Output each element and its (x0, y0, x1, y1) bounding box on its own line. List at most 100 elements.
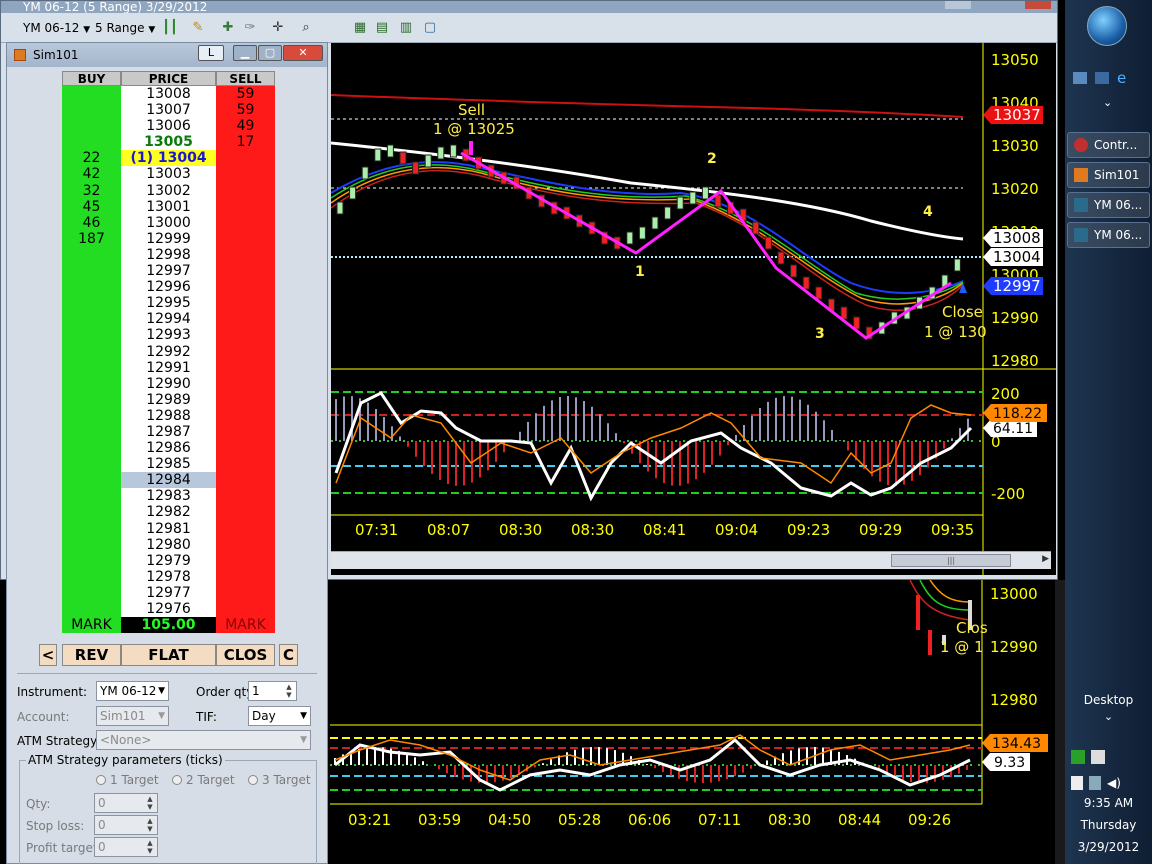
sell-cell[interactable] (216, 214, 275, 231)
buy-cell[interactable] (62, 584, 121, 601)
sell-cell[interactable] (216, 407, 275, 424)
add-indicator-icon[interactable]: ✚ (219, 19, 237, 37)
buy-cell[interactable]: 46 (62, 214, 121, 231)
buy-cell[interactable] (62, 520, 121, 537)
buy-cell[interactable]: 42 (62, 166, 121, 183)
sell-cell[interactable] (216, 440, 275, 457)
sell-cell[interactable] (216, 520, 275, 537)
stop-loss-input[interactable]: 0 ▲ ▼ (94, 815, 158, 835)
desktop-toolbar-label[interactable]: Desktop (1065, 693, 1152, 707)
tif-dropdown[interactable]: Day ▼ (248, 706, 311, 726)
sell-cell[interactable] (216, 246, 275, 264)
buy-cell[interactable] (62, 504, 121, 521)
sell-cell[interactable] (216, 343, 275, 360)
sell-cell[interactable] (216, 327, 275, 344)
chart-properties-icon[interactable]: ▦ (351, 19, 369, 37)
network-icon[interactable] (1089, 776, 1101, 790)
buy-cell[interactable] (62, 118, 121, 135)
minimize-panel-button[interactable]: ▁ (233, 45, 257, 61)
buy-cell[interactable] (62, 311, 121, 328)
sell-cell[interactable] (216, 488, 275, 505)
order-qty-input[interactable]: 1 ▲ ▼ (248, 681, 297, 701)
sell-cell[interactable] (216, 166, 275, 183)
sell-cell[interactable]: 49 (216, 118, 275, 135)
chevron-down-icon[interactable]: ⌄ (1103, 96, 1112, 109)
buy-cell[interactable] (62, 440, 121, 457)
maximize-panel-button[interactable]: ▢ (258, 45, 282, 61)
close-position-button[interactable]: CLOS (216, 644, 275, 666)
taskbar-item-chart-1[interactable]: YM 06... (1067, 192, 1150, 218)
buy-cell[interactable] (62, 343, 121, 360)
buy-cell[interactable] (62, 86, 121, 103)
flatten-button[interactable]: FLAT (121, 644, 216, 666)
buy-cell[interactable]: 45 (62, 198, 121, 215)
buy-cell[interactable]: 187 (62, 230, 121, 247)
buy-cell[interactable] (62, 407, 121, 424)
instrument-selector[interactable]: YM 06-12 ▼ (23, 19, 90, 37)
flag-icon[interactable] (1071, 776, 1083, 790)
profit-target-input[interactable]: 0 ▲ ▼ (94, 837, 158, 857)
sell-cell[interactable] (216, 568, 275, 585)
buy-mark[interactable]: MARK (62, 617, 121, 634)
window-switch-icon[interactable] (1095, 72, 1109, 84)
buy-cell[interactable] (62, 488, 121, 505)
sell-cell[interactable] (216, 263, 275, 280)
buy-cell[interactable] (62, 552, 121, 569)
spinner-arrows-icon[interactable]: ▲ ▼ (144, 817, 156, 833)
buy-cell[interactable] (62, 423, 121, 441)
crosshair-icon[interactable]: ✛ (269, 19, 287, 37)
close-window-button[interactable] (1025, 1, 1051, 9)
sell-cell[interactable]: 59 (216, 86, 275, 103)
sell-cell[interactable] (216, 311, 275, 328)
sell-cell[interactable] (216, 279, 275, 296)
target-2-radio[interactable]: 2 Target (172, 773, 235, 787)
sell-cell[interactable] (216, 359, 275, 376)
sell-cell[interactable] (216, 552, 275, 569)
atm-strategy-dropdown[interactable]: <None> ▼ (96, 730, 311, 750)
buy-cell[interactable] (62, 134, 121, 151)
taskbar-item-chart-2[interactable]: YM 06... (1067, 222, 1150, 248)
chart-window-title[interactable]: YM 06-12 (5 Range) 3/29/2012 (1, 1, 1057, 13)
target-3-radio[interactable]: 3 Target (248, 773, 311, 787)
chevron-down-icon[interactable]: ⌄ (1065, 710, 1152, 723)
reverse-button[interactable]: REV (62, 644, 121, 666)
buy-cell[interactable] (62, 391, 121, 408)
link-button[interactable]: L (198, 45, 224, 61)
sell-cell[interactable] (216, 150, 275, 167)
buy-cell[interactable] (62, 279, 121, 296)
cancel-orders-button[interactable]: C (279, 644, 298, 666)
zoom-icon[interactable]: ⌕ (297, 19, 315, 37)
data-box-icon[interactable]: ▥ (397, 19, 415, 37)
second-chart[interactable]: Clos 1 @ 1 13000 12990 12980 134.43 9.33… (330, 579, 1065, 864)
price-chart[interactable]: Sell 1 @ 13025 Close 1 @ 130 1 2 3 4 130… (330, 43, 1056, 575)
buy-cell[interactable] (62, 456, 121, 473)
sell-cell[interactable] (216, 601, 275, 618)
instrument-dropdown[interactable]: YM 06-12 ▼ (96, 681, 169, 701)
close-panel-button[interactable]: ✕ (283, 45, 323, 61)
horizontal-scrollbar[interactable]: ||| ▶ (331, 551, 1051, 569)
chart-image-icon[interactable]: ▤ (373, 19, 391, 37)
sell-cell[interactable] (216, 230, 275, 247)
buy-cell[interactable]: 22 (62, 150, 121, 167)
taskbar-item-control-center[interactable]: Contr... (1067, 132, 1150, 158)
sell-cell[interactable]: 17 (216, 134, 275, 151)
chart-trader-icon[interactable]: ▢ (421, 19, 439, 37)
buy-cell[interactable]: 32 (62, 182, 121, 199)
spinner-arrows-icon[interactable]: ▲ ▼ (283, 683, 295, 699)
sell-cell[interactable] (216, 182, 275, 199)
target-1-radio[interactable]: 1 Target (96, 773, 159, 787)
account-dropdown[interactable]: Sim101 ▼ (96, 706, 169, 726)
sell-cell[interactable] (216, 423, 275, 441)
action-center-icon[interactable] (1071, 750, 1085, 764)
scrollbar-thumb[interactable]: ||| (891, 554, 1011, 567)
buy-cell[interactable] (62, 536, 121, 553)
start-orb-icon[interactable] (1087, 6, 1127, 46)
show-desktop-icon[interactable] (1073, 72, 1087, 84)
buy-cell[interactable] (62, 246, 121, 264)
scroll-right-arrow-icon[interactable]: ▶ (1042, 554, 1049, 564)
bars-type-icon[interactable]: ┃┃ (161, 19, 179, 37)
volume-icon[interactable]: ◀) (1107, 776, 1121, 790)
sell-cell[interactable] (216, 472, 275, 489)
buy-cell[interactable] (62, 601, 121, 618)
sell-cell[interactable]: 59 (216, 102, 275, 119)
